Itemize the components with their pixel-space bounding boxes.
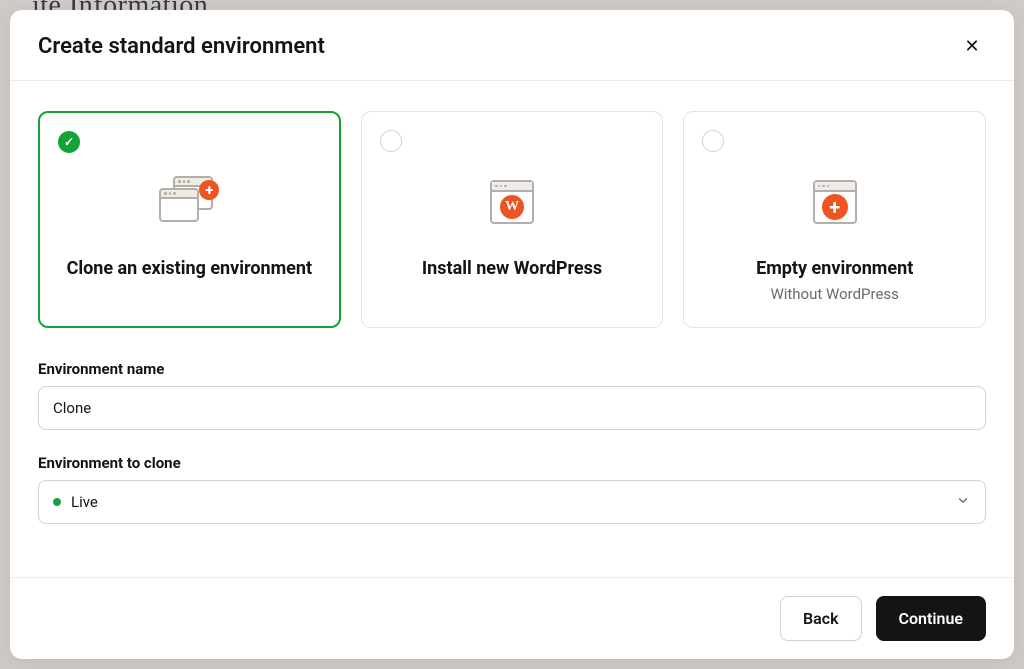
- wordpress-icon: W: [490, 174, 534, 230]
- clone-icon: +: [159, 174, 219, 230]
- environment-to-clone-select[interactable]: Live: [38, 480, 986, 524]
- option-empty-environment[interactable]: ✓ + Empty environment Without WordPress: [683, 111, 986, 328]
- close-icon: ✕: [964, 37, 979, 55]
- modal-header: Create standard environment ✕: [10, 10, 1014, 81]
- wordpress-logo-icon: W: [500, 195, 524, 219]
- option-clone-existing[interactable]: ✓ + Clone an existing environment: [38, 111, 341, 328]
- status-dot-icon: [53, 498, 61, 506]
- modal-body: ✓ + Clone an existing environment ✓: [10, 81, 1014, 577]
- continue-button[interactable]: Continue: [876, 596, 986, 641]
- option-subtitle: Without WordPress: [770, 285, 898, 303]
- radio-indicator: ✓: [58, 131, 80, 153]
- environment-name-field-group: Environment name: [38, 360, 986, 430]
- selected-environment-value: Live: [71, 493, 98, 511]
- environment-to-clone-field-group: Environment to clone Live: [38, 454, 986, 524]
- option-install-wordpress[interactable]: ✓ W Install new WordPress: [361, 111, 664, 328]
- plus-icon: +: [199, 180, 219, 200]
- environment-to-clone-label: Environment to clone: [38, 454, 986, 472]
- modal-footer: Back Continue: [10, 577, 1014, 659]
- radio-indicator: ✓: [380, 130, 402, 152]
- empty-environment-icon: +: [813, 174, 857, 230]
- environment-type-options: ✓ + Clone an existing environment ✓: [38, 111, 986, 328]
- environment-name-label: Environment name: [38, 360, 986, 378]
- back-button[interactable]: Back: [780, 596, 862, 641]
- plus-icon: +: [822, 194, 848, 220]
- environment-name-input[interactable]: [38, 386, 986, 430]
- option-title: Empty environment: [756, 258, 913, 279]
- create-environment-modal: Create standard environment ✕ ✓ + Clone …: [10, 10, 1014, 659]
- close-button[interactable]: ✕: [958, 32, 986, 60]
- modal-title: Create standard environment: [38, 34, 325, 59]
- check-icon: ✓: [64, 135, 74, 149]
- option-title: Install new WordPress: [422, 258, 602, 279]
- option-title: Clone an existing environment: [67, 258, 313, 279]
- radio-indicator: ✓: [702, 130, 724, 152]
